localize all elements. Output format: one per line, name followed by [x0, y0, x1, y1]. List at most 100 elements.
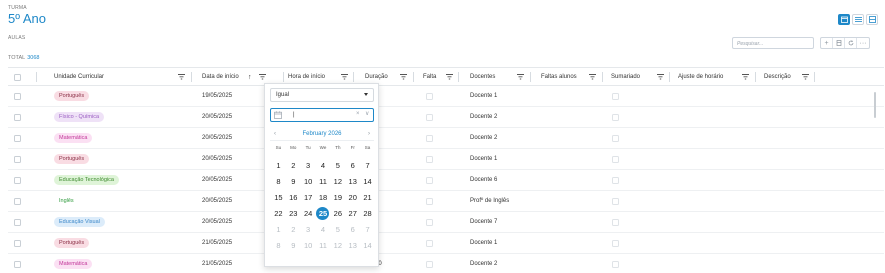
- calendar-day[interactable]: 14: [360, 173, 375, 189]
- calendar-day[interactable]: 21: [360, 189, 375, 205]
- row-checkbox[interactable]: [14, 107, 21, 127]
- falta-checkbox[interactable]: [426, 254, 433, 273]
- calendar-day[interactable]: 8: [271, 237, 286, 253]
- calendar-day[interactable]: 10: [301, 173, 316, 189]
- sort-asc-icon[interactable]: ↑: [248, 68, 252, 86]
- row-checkbox[interactable]: [14, 212, 21, 232]
- calendar-day[interactable]: 12: [330, 237, 345, 253]
- sumariado-checkbox[interactable]: [612, 191, 619, 211]
- filter-icon[interactable]: [178, 68, 185, 86]
- falta-checkbox[interactable]: [426, 107, 433, 127]
- chevron-down-icon[interactable]: ∨: [365, 110, 369, 117]
- calendar-day[interactable]: 23: [286, 205, 301, 221]
- search-input[interactable]: Pesquisar...: [732, 37, 814, 49]
- calendar-day[interactable]: 1: [271, 157, 286, 173]
- col-faltas-alunos[interactable]: Faltas alunos: [541, 68, 577, 86]
- sumariado-checkbox[interactable]: [612, 107, 619, 127]
- calendar-day[interactable]: 6: [345, 221, 360, 237]
- select-all-checkbox[interactable]: [14, 68, 21, 86]
- refresh-icon[interactable]: [845, 38, 857, 48]
- clear-icon[interactable]: ×: [356, 111, 360, 117]
- turma-title[interactable]: 5º Ano: [8, 11, 46, 26]
- calendar-day[interactable]: 9: [286, 173, 301, 189]
- filter-icon[interactable]: [446, 68, 453, 86]
- col-descricao[interactable]: Descrição: [764, 68, 791, 86]
- falta-checkbox[interactable]: [426, 170, 433, 190]
- calendar-day[interactable]: 25: [316, 205, 331, 221]
- sumariado-checkbox[interactable]: [612, 233, 619, 253]
- calendar-day[interactable]: 16: [286, 189, 301, 205]
- calendar-day[interactable]: 15: [271, 189, 286, 205]
- filter-icon[interactable]: [802, 68, 809, 86]
- calendar-day[interactable]: 6: [345, 157, 360, 173]
- row-checkbox[interactable]: [14, 86, 21, 106]
- table-row[interactable]: Educação Tecnológica 20/05/2025 Docente …: [8, 170, 884, 191]
- table-row[interactable]: Português 21/05/2025 Docente 1: [8, 233, 884, 254]
- col-falta[interactable]: Falta: [423, 68, 436, 86]
- calendar-day[interactable]: 13: [345, 173, 360, 189]
- falta-checkbox[interactable]: [426, 128, 433, 148]
- more-icon[interactable]: ···: [857, 38, 869, 48]
- table-row[interactable]: Matemática 20/05/2025 Docente 2: [8, 128, 884, 149]
- row-checkbox[interactable]: [14, 254, 21, 273]
- calendar-day[interactable]: 11: [316, 173, 331, 189]
- calendar-day[interactable]: 1: [271, 221, 286, 237]
- calendar-day[interactable]: 20: [345, 189, 360, 205]
- table-row[interactable]: Português 20/05/2025 Docente 1: [8, 149, 884, 170]
- calendar-day[interactable]: 27: [345, 205, 360, 221]
- sumariado-checkbox[interactable]: [612, 254, 619, 273]
- calendar-day[interactable]: 5: [330, 157, 345, 173]
- vertical-scrollbar[interactable]: [874, 92, 876, 118]
- filter-icon[interactable]: [657, 68, 664, 86]
- col-ajuste-horario[interactable]: Ajuste de horário: [678, 68, 723, 86]
- calendar-day[interactable]: 3: [301, 157, 316, 173]
- prev-month-icon[interactable]: ‹: [274, 131, 276, 137]
- falta-checkbox[interactable]: [426, 212, 433, 232]
- calendar-month-label[interactable]: February 2026: [302, 131, 341, 137]
- calendar-day[interactable]: 13: [345, 237, 360, 253]
- col-docentes[interactable]: Docentes: [470, 68, 495, 86]
- table-row[interactable]: Físico - Química 20/05/2025 Docente 2: [8, 107, 884, 128]
- calendar-day[interactable]: 5: [330, 221, 345, 237]
- falta-checkbox[interactable]: [426, 86, 433, 106]
- filter-icon[interactable]: [400, 68, 407, 86]
- calendar-day[interactable]: 14: [360, 237, 375, 253]
- falta-checkbox[interactable]: [426, 149, 433, 169]
- table-row[interactable]: Inglês 20/05/2025 Profº de Inglês: [8, 191, 884, 212]
- print-icon[interactable]: [833, 38, 845, 48]
- date-filter-input[interactable]: | × ∨: [270, 108, 374, 122]
- calendar-day[interactable]: 10: [301, 237, 316, 253]
- filter-icon[interactable]: [589, 68, 596, 86]
- calendar-day[interactable]: 2: [286, 157, 301, 173]
- table-row[interactable]: Matemática 21/05/2025 08:50 50 Docente 2: [8, 254, 884, 273]
- calendar-day[interactable]: 4: [316, 157, 331, 173]
- row-checkbox[interactable]: [14, 191, 21, 211]
- falta-checkbox[interactable]: [426, 191, 433, 211]
- sumariado-checkbox[interactable]: [612, 149, 619, 169]
- calendar-day[interactable]: 28: [360, 205, 375, 221]
- row-checkbox[interactable]: [14, 233, 21, 253]
- calendar-day[interactable]: 19: [330, 189, 345, 205]
- add-icon[interactable]: +: [821, 38, 833, 48]
- calendar-day[interactable]: 7: [360, 157, 375, 173]
- sumariado-checkbox[interactable]: [612, 212, 619, 232]
- calendar-day[interactable]: 12: [330, 173, 345, 189]
- table-row[interactable]: Educação Visual 20/05/2025 Docente 7: [8, 212, 884, 233]
- calendar-day[interactable]: 24: [301, 205, 316, 221]
- grid-view-icon[interactable]: [866, 14, 878, 25]
- calendar-day[interactable]: 8: [271, 173, 286, 189]
- row-checkbox[interactable]: [14, 149, 21, 169]
- next-month-icon[interactable]: ›: [368, 131, 370, 137]
- calendar-day[interactable]: 11: [316, 237, 331, 253]
- calendar-view-icon[interactable]: [838, 14, 850, 25]
- filter-operator-select[interactable]: Igual: [270, 88, 374, 102]
- col-data-inicio[interactable]: Data de início: [202, 68, 239, 86]
- row-checkbox[interactable]: [14, 170, 21, 190]
- calendar-day[interactable]: 22: [271, 205, 286, 221]
- calendar-day[interactable]: 2: [286, 221, 301, 237]
- calendar-day[interactable]: 3: [301, 221, 316, 237]
- table-row[interactable]: Português 19/05/2025 Docente 1: [8, 86, 884, 107]
- col-unidade-curricular[interactable]: Unidade Curricular: [54, 68, 104, 86]
- calendar-day[interactable]: 17: [301, 189, 316, 205]
- row-checkbox[interactable]: [14, 128, 21, 148]
